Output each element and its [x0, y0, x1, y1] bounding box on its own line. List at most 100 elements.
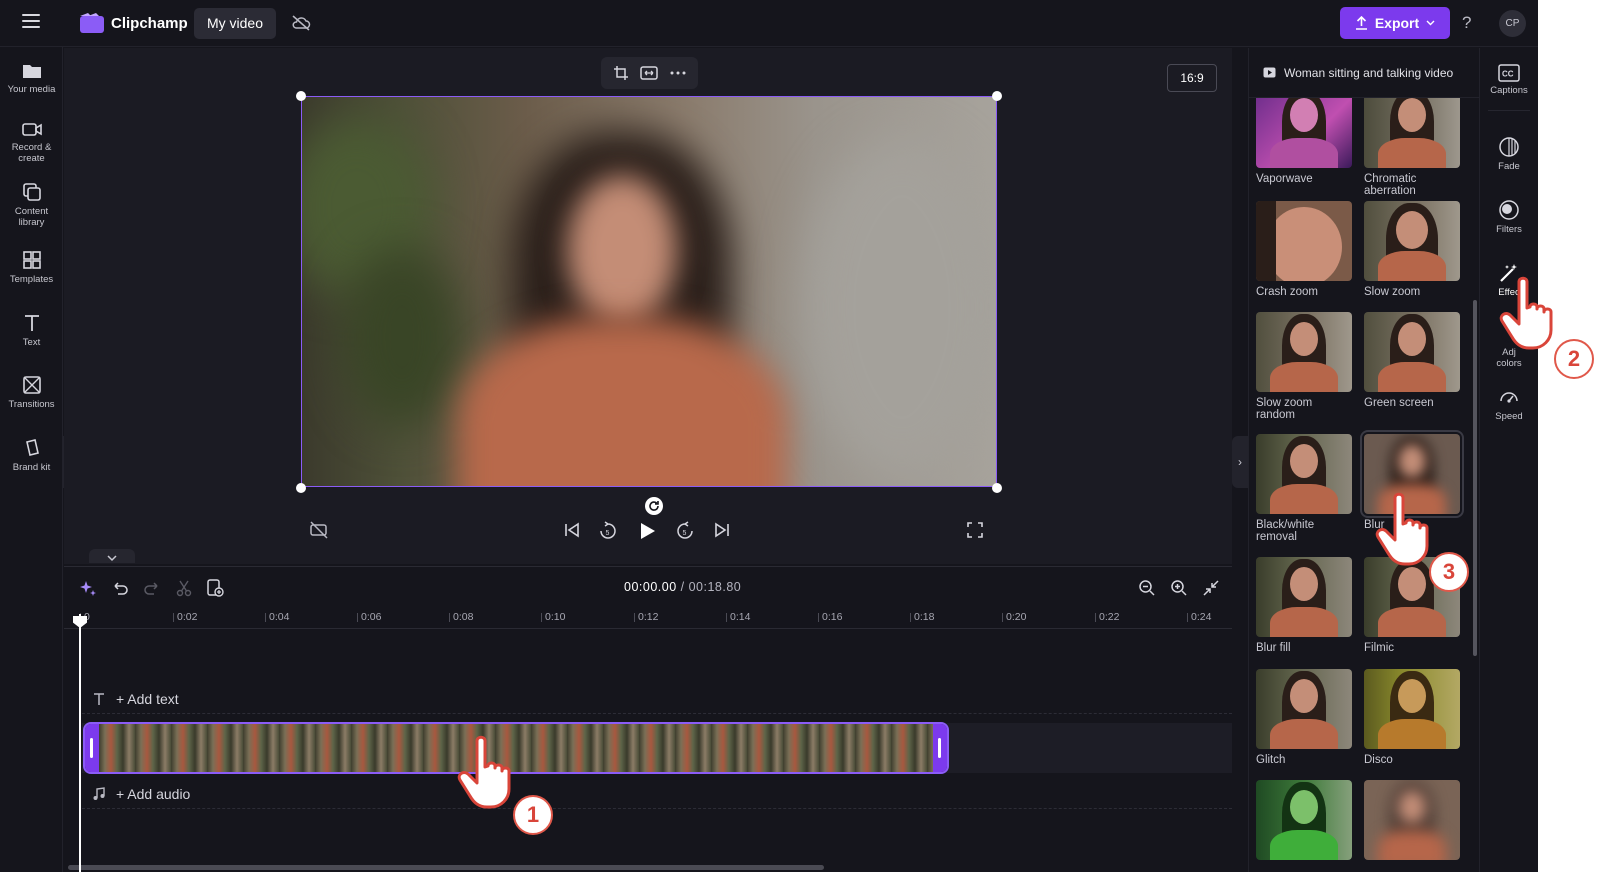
- effect-black-white-removal[interactable]: Black/white removal: [1256, 434, 1352, 543]
- ruler-tick: 0:06: [356, 611, 382, 623]
- redo-icon[interactable]: [143, 579, 161, 597]
- collapse-timeline-button[interactable]: [89, 549, 135, 563]
- effect-vaporwave[interactable]: Vaporwave: [1256, 88, 1352, 185]
- sidebar-item-brand-kit[interactable]: Brand kit: [0, 437, 63, 473]
- sidebar-item-text[interactable]: Text: [0, 312, 63, 348]
- effect-label: Slow zoom random: [1256, 397, 1313, 421]
- avatar[interactable]: CP: [1499, 10, 1526, 37]
- effect-thumbnail: [1256, 434, 1352, 514]
- effect-glow[interactable]: [1364, 780, 1460, 860]
- effect-slow-zoom-random[interactable]: Slow zoom random: [1256, 312, 1352, 421]
- zoom-out-icon[interactable]: [1138, 579, 1156, 597]
- effect-label: Filmic: [1364, 642, 1395, 654]
- sidebar-item-transitions[interactable]: Transitions: [0, 374, 63, 410]
- crop-icon[interactable]: [613, 65, 629, 81]
- export-button[interactable]: Export: [1340, 7, 1450, 39]
- play-icon[interactable]: [637, 521, 657, 541]
- effect-green-screen[interactable]: Green screen: [1364, 312, 1460, 409]
- effect-blur-fill[interactable]: Blur fill: [1256, 557, 1352, 654]
- ruler-tick: 0:02: [172, 611, 198, 623]
- hamburger-menu-icon[interactable]: [22, 14, 40, 30]
- rail-item-fade[interactable]: Fade: [1480, 136, 1538, 172]
- ruler-tick: 0:10: [540, 611, 566, 623]
- sidebar-item-your-media[interactable]: Your media: [0, 61, 63, 95]
- rewind-5s-icon[interactable]: 5: [598, 521, 618, 541]
- add-audio-button[interactable]: + Add audio: [116, 786, 190, 802]
- forward-5s-icon[interactable]: 5: [675, 521, 695, 541]
- effect-blur[interactable]: Blur: [1360, 430, 1464, 531]
- timeline-toolbar: 00:00.00 / 00:18.80: [64, 567, 1232, 607]
- effect-label: Black/white removal: [1256, 519, 1315, 543]
- resize-handle[interactable]: [992, 91, 1002, 101]
- fullscreen-icon[interactable]: [966, 521, 984, 539]
- text-track[interactable]: + Add text: [82, 684, 1232, 714]
- effect-crash-zoom[interactable]: Crash zoom: [1256, 201, 1352, 298]
- clip-trim-handle-left[interactable]: [85, 724, 99, 772]
- clip-name: Woman sitting and talking video: [1284, 65, 1454, 80]
- clip-trim-handle-right[interactable]: [933, 724, 947, 772]
- playhead[interactable]: [79, 614, 81, 872]
- upload-icon: [1355, 16, 1367, 30]
- video-canvas[interactable]: [301, 96, 997, 487]
- add-to-timeline-icon[interactable]: [206, 578, 224, 598]
- audio-track[interactable]: + Add audio: [82, 779, 1232, 809]
- effect-label: Glitch: [1256, 754, 1286, 766]
- skip-to-end-icon[interactable]: [713, 521, 731, 539]
- rail-item-filters[interactable]: Filters: [1480, 199, 1538, 235]
- split-scissors-icon[interactable]: [175, 579, 193, 597]
- effect-glitch[interactable]: Glitch: [1256, 669, 1352, 766]
- timeline-scrollbar[interactable]: [68, 865, 824, 870]
- effect-thumbnail: [1364, 780, 1460, 860]
- cloud-off-icon[interactable]: [291, 14, 311, 32]
- magic-sparkle-icon[interactable]: [79, 579, 97, 597]
- rail-item-adjust-colors[interactable]: Adj colors: [1480, 326, 1538, 369]
- app-name: Clipchamp: [111, 15, 188, 32]
- effect-label: Slow zoom: [1364, 286, 1421, 298]
- resize-handle[interactable]: [992, 483, 1002, 493]
- effect-label: Green screen: [1364, 397, 1434, 409]
- help-icon[interactable]: ?: [1462, 13, 1471, 33]
- rail-item-label: Captions: [1490, 85, 1528, 96]
- more-options-icon[interactable]: [670, 71, 686, 75]
- clipchamp-logo-icon: [80, 13, 104, 33]
- rail-item-label: Effec: [1498, 287, 1520, 298]
- sidebar-item-content-library[interactable]: Content library: [0, 181, 63, 228]
- aspect-ratio-button[interactable]: 16:9: [1167, 64, 1217, 92]
- rotate-handle-icon[interactable]: [645, 497, 663, 515]
- resize-handle[interactable]: [296, 91, 306, 101]
- add-text-button[interactable]: + Add text: [116, 691, 179, 707]
- rail-item-label: Adj colors: [1496, 347, 1522, 369]
- rail-item-speed[interactable]: Speed: [1480, 386, 1538, 422]
- fit-timeline-icon[interactable]: [1202, 579, 1220, 597]
- undo-icon[interactable]: [111, 579, 129, 597]
- rail-divider: [1488, 110, 1530, 111]
- resize-handle[interactable]: [296, 483, 306, 493]
- rail-item-label: Fade: [1498, 161, 1520, 172]
- effect-slow-zoom[interactable]: Slow zoom: [1364, 201, 1460, 298]
- captions-icon: CC: [1498, 64, 1520, 82]
- sidebar-item-label: Record & create: [11, 142, 52, 164]
- effects-scrollbar[interactable]: [1473, 300, 1477, 656]
- right-property-rail: CC Captions Fade Filters Effec Adj color…: [1480, 48, 1538, 872]
- current-time: 00:00.00: [624, 580, 677, 594]
- expand-right-panel-button[interactable]: ›: [1232, 436, 1248, 488]
- ruler-tick: 0:04: [264, 611, 290, 623]
- step-badge: 3: [1429, 552, 1469, 592]
- svg-text:5: 5: [606, 530, 610, 537]
- skip-to-start-icon[interactable]: [563, 521, 581, 539]
- rail-item-captions[interactable]: CC Captions: [1480, 64, 1538, 96]
- timeline-ruler[interactable]: 0 0:02 0:04 0:06 0:08 0:10 0:12 0:14 0:1…: [64, 607, 1232, 629]
- effect-chromatic-aberration[interactable]: Chromatic aberration: [1364, 88, 1460, 197]
- zoom-in-icon[interactable]: [1170, 579, 1188, 597]
- sidebar-item-label: Transitions: [8, 399, 55, 410]
- sidebar-item-record-create[interactable]: Record & create: [0, 119, 63, 164]
- hide-preview-icon[interactable]: [309, 521, 329, 539]
- fit-icon[interactable]: [640, 66, 659, 80]
- rail-item-effects[interactable]: Effec: [1480, 262, 1538, 298]
- effect-color-shift[interactable]: [1256, 780, 1352, 860]
- project-title-button[interactable]: My video: [194, 8, 276, 39]
- effect-disco[interactable]: Disco: [1364, 669, 1460, 766]
- ruler-tick: 0:20: [1001, 611, 1027, 623]
- sidebar-item-templates[interactable]: Templates: [0, 249, 63, 285]
- video-clip[interactable]: [83, 722, 949, 774]
